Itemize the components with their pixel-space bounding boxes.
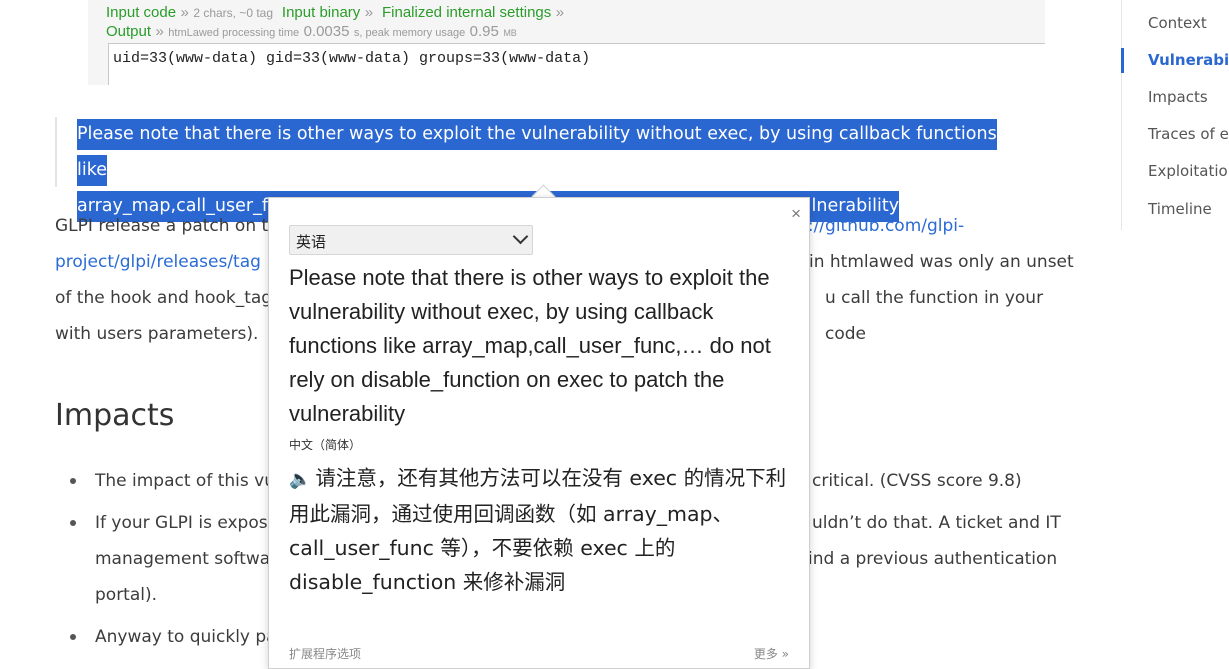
source-language-select[interactable]: 英语: [289, 225, 533, 255]
finalized-settings-link[interactable]: Finalized internal settings: [382, 4, 551, 21]
memory-unit: MB: [503, 28, 517, 38]
toc-item-traces[interactable]: Traces of ex: [1148, 125, 1229, 143]
bullet-dot: [70, 478, 76, 484]
processing-label: htmLawed processing time: [168, 27, 300, 39]
toc-item-exploitation[interactable]: Exploitation: [1148, 162, 1229, 180]
impacts-heading: Impacts: [55, 398, 175, 433]
speaker-icon[interactable]: 🔈: [289, 463, 311, 497]
bullet-dot: [70, 634, 76, 640]
toc-active-indicator: [1121, 48, 1124, 73]
github-release-link[interactable]: s://github.com/glpi-: [799, 208, 964, 244]
arrow: »: [555, 4, 565, 21]
toc-item-timeline[interactable]: Timeline: [1148, 200, 1212, 218]
quote-line-1: Please note that there is other ways to …: [77, 119, 997, 186]
htmlawed-demo-panel: Input code » 2 chars, ~0 tag Input binar…: [88, 0, 1045, 85]
chevron-down-icon: [512, 228, 529, 245]
demo-input-line: Input code » 2 chars, ~0 tag Input binar…: [106, 4, 564, 22]
toc-item-vulnerability[interactable]: Vulnerabilit: [1148, 51, 1229, 69]
output-link[interactable]: Output: [106, 23, 151, 40]
arrow: »: [180, 4, 189, 21]
target-language-label: 中文（简体）: [289, 438, 362, 452]
bullet-dot: [70, 520, 76, 526]
extension-options-link[interactable]: 扩展程序选项: [289, 645, 361, 662]
translated-text-block: 🔈 请注意，还有其他方法可以在没有 exec 的情况下利用此漏洞，通过使用回调函数…: [289, 461, 794, 599]
input-stats: 2 chars, ~0 tag: [193, 6, 274, 20]
blockquote-bar: [55, 117, 57, 187]
arrow: »: [155, 23, 164, 40]
toc-item-context[interactable]: Context: [1148, 14, 1207, 32]
memory-value: 0.95: [469, 23, 499, 40]
github-release-link-cont[interactable]: project/glpi/releases/tag: [55, 252, 261, 272]
demo-output-line: Output » htmLawed processing time 0.0035…: [106, 23, 517, 41]
toc-divider: [1121, 0, 1122, 230]
input-binary-link[interactable]: Input binary: [282, 4, 360, 21]
translation-popup: × 英语 Please note that there is other way…: [268, 197, 810, 669]
source-text: Please note that there is other ways to …: [289, 265, 771, 426]
toc-item-impacts[interactable]: Impacts: [1148, 88, 1208, 106]
more-link[interactable]: 更多 »: [754, 645, 789, 662]
processing-time: 0.0035: [303, 23, 350, 40]
arrow: »: [364, 4, 374, 21]
demo-output-box: uid=33(www-data) gid=33(www-data) groups…: [108, 43, 1045, 85]
para-text: in htmlawed was only an unset: [809, 252, 1074, 272]
para-text: with users parameters).: [55, 324, 259, 344]
translated-text: 请注意，还有其他方法可以在没有 exec 的情况下利用此漏洞，通过使用回调函数（…: [289, 466, 787, 594]
para-text: GLPI release a patch on th: [55, 216, 279, 236]
source-language-value: 英语: [296, 233, 327, 251]
input-code-link[interactable]: Input code: [106, 4, 176, 21]
close-icon[interactable]: ×: [791, 204, 801, 224]
memory-label: s, peak memory usage: [353, 27, 466, 39]
para-text: of the hook and hook_tag: [55, 288, 273, 308]
